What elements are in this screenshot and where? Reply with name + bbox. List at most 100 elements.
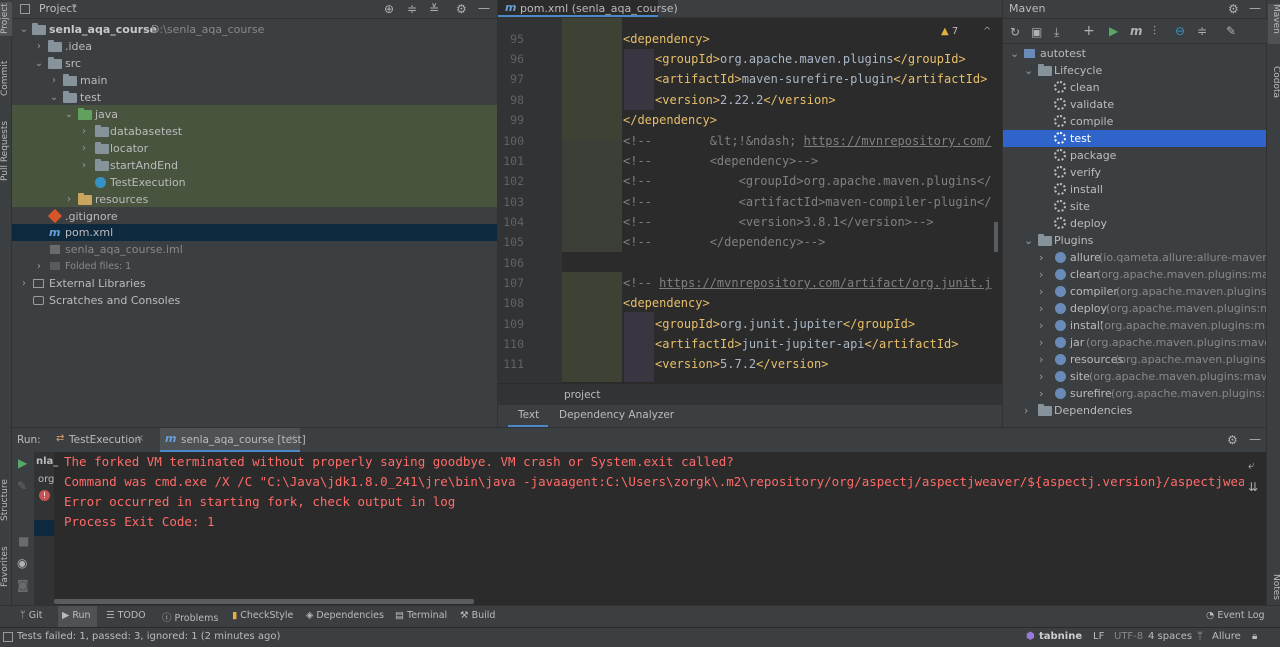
tree-item-root[interactable]: ⌄ senla_aqa_course D:\senla_aqa_course bbox=[12, 21, 497, 38]
execute-goal-icon[interactable]: m bbox=[1130, 24, 1143, 38]
gear-icon[interactable]: ⚙ bbox=[1228, 2, 1239, 16]
maven-goal-test[interactable]: test bbox=[1003, 130, 1266, 147]
close-icon[interactable]: × bbox=[136, 433, 144, 444]
chevron-down-icon[interactable]: ▾ bbox=[72, 2, 77, 12]
code-line[interactable]: <!-- </dependency>--> bbox=[623, 232, 825, 252]
stripe-tab-notes[interactable]: Notes bbox=[1268, 574, 1280, 602]
run-tab-testexecution[interactable]: ⇄ TestExecution × bbox=[52, 428, 152, 452]
stripe-tab-favorites[interactable]: Favorites bbox=[0, 545, 12, 589]
maven-plugin-resources[interactable]: ›resources(org.apache.maven.plugins:mave… bbox=[1003, 351, 1266, 368]
wrench-icon[interactable]: ✎ bbox=[17, 479, 27, 493]
maven-goal-deploy[interactable]: deploy bbox=[1003, 215, 1266, 232]
tool-run[interactable]: ▶ Run bbox=[58, 606, 97, 628]
maven-plugin-compiler[interactable]: ›compiler(org.apache.maven.plugins:maven… bbox=[1003, 283, 1266, 300]
stripe-tab-project[interactable]: Project bbox=[0, 2, 12, 36]
editor-tab-pom[interactable]: m pom.xml (senla_aqa_course) bbox=[498, 0, 678, 17]
expand-all-icon[interactable]: ≑ bbox=[407, 2, 417, 16]
code-line[interactable]: <version>5.7.2</version> bbox=[655, 354, 828, 374]
maven-project-autotest[interactable]: ⌄ autotest bbox=[1003, 45, 1266, 62]
layout-toggle-icon[interactable] bbox=[3, 632, 13, 642]
maven-plugin-deploy[interactable]: ›deploy(org.apache.maven.plugins:maven-d… bbox=[1003, 300, 1266, 317]
minimize-icon[interactable]: — bbox=[478, 1, 490, 15]
allure-widget[interactable]: Allure bbox=[1212, 631, 1241, 642]
file-encoding[interactable]: UTF-8 bbox=[1114, 631, 1143, 642]
tree-item-gitignore[interactable]: .gitignore bbox=[12, 208, 497, 225]
maven-plugins[interactable]: ⌄ Plugins bbox=[1003, 232, 1266, 249]
toggle-offline-icon[interactable]: ⫶ bbox=[1153, 24, 1156, 38]
tool-problems[interactable]: ⓘ Problems bbox=[162, 610, 218, 624]
close-icon[interactable]: × bbox=[288, 433, 296, 444]
tabnine-widget[interactable]: tabnine bbox=[1039, 631, 1082, 642]
run-tree-root[interactable]: nla_ bbox=[36, 456, 58, 467]
tool-dependencies[interactable]: ◈ Dependencies bbox=[306, 610, 384, 621]
rerun-icon[interactable]: ▶ bbox=[18, 456, 27, 470]
tool-event-log[interactable]: ◔ Event Log bbox=[1206, 610, 1265, 621]
stripe-tab-maven[interactable]: Maven bbox=[1268, 4, 1280, 44]
collapse-all-icon[interactable]: ≚ bbox=[429, 2, 439, 16]
tree-item-idea[interactable]: › .idea bbox=[12, 38, 497, 55]
locate-icon[interactable]: ⊕ bbox=[384, 2, 394, 16]
collapse-icon[interactable]: ≑ bbox=[1197, 24, 1207, 38]
code-line[interactable]: <!-- <artifactId>maven-compiler-plugin</ bbox=[623, 192, 991, 212]
breadcrumb-item[interactable]: project bbox=[564, 389, 600, 401]
maven-goal-install[interactable]: install bbox=[1003, 181, 1266, 198]
gear-icon[interactable]: ⚙ bbox=[456, 2, 467, 16]
code-line[interactable]: <version>2.22.2</version> bbox=[655, 90, 836, 110]
tree-item-databasetest[interactable]: › databasetest bbox=[12, 123, 497, 140]
reload-icon[interactable]: ↻ bbox=[1010, 25, 1020, 39]
stop-icon[interactable]: ■ bbox=[18, 534, 29, 548]
wrench-icon[interactable]: ✎ bbox=[1226, 24, 1236, 38]
generate-sources-icon[interactable]: ▣ bbox=[1031, 25, 1042, 39]
scroll-to-end-icon[interactable]: ⇊ bbox=[1248, 480, 1258, 494]
project-panel-title[interactable]: Project bbox=[39, 2, 77, 15]
maven-plugin-surefire[interactable]: ›surefire(org.apache.maven.plugins:maven… bbox=[1003, 385, 1266, 402]
maven-goal-verify[interactable]: verify bbox=[1003, 164, 1266, 181]
code-line[interactable]: <!-- <groupId>org.apache.maven.plugins</ bbox=[623, 171, 991, 191]
run-tree-selected[interactable] bbox=[34, 520, 54, 536]
soft-wrap-icon[interactable]: ⤶ bbox=[1248, 458, 1255, 472]
code-line[interactable]: <!-- &lt;!&ndash; https://mvnrepository.… bbox=[623, 131, 991, 151]
code-line[interactable]: </dependency> bbox=[623, 110, 717, 130]
gear-icon[interactable]: ⚙ bbox=[1227, 433, 1238, 447]
tree-item-testexecution[interactable]: TestExecution bbox=[12, 174, 497, 191]
camera-icon[interactable]: ◙ bbox=[17, 578, 29, 592]
tree-item-iml[interactable]: senla_aqa_course.iml bbox=[12, 241, 497, 258]
maven-plugin-clean[interactable]: ›clean(org.apache.maven.plugins:maven-cl… bbox=[1003, 266, 1266, 283]
tree-item-pom-xml[interactable]: m pom.xml bbox=[12, 224, 497, 241]
code-line[interactable]: <artifactId>maven-surefire-plugin</artif… bbox=[655, 69, 987, 89]
line-separator[interactable]: LF bbox=[1093, 631, 1104, 642]
tree-item-locator[interactable]: › locator bbox=[12, 140, 497, 157]
chevron-up-icon[interactable]: ^ bbox=[983, 26, 991, 37]
code-line[interactable]: <!-- https://mvnrepository.com/artifact/… bbox=[623, 273, 991, 293]
maven-goal-site[interactable]: site bbox=[1003, 198, 1266, 215]
stripe-tab-commit[interactable]: Commit bbox=[0, 60, 12, 96]
editor-scrollbar[interactable] bbox=[994, 222, 998, 252]
maven-lifecycle[interactable]: ⌄ Lifecycle bbox=[1003, 62, 1266, 79]
tool-build[interactable]: ⚒ Build bbox=[460, 610, 495, 621]
code-line[interactable]: <!-- <version>3.8.1</version>--> bbox=[623, 212, 934, 232]
horizontal-scrollbar[interactable] bbox=[54, 599, 474, 604]
minimize-icon[interactable]: — bbox=[1249, 432, 1261, 446]
status-message[interactable]: Tests failed: 1, passed: 3, ignored: 1 (… bbox=[17, 631, 280, 642]
tab-text[interactable]: Text bbox=[508, 405, 548, 427]
run-icon[interactable]: ▶ bbox=[1109, 24, 1118, 38]
tree-item-scratches[interactable]: Scratches and Consoles bbox=[12, 292, 497, 309]
eye-icon[interactable]: ◉ bbox=[17, 556, 27, 570]
stripe-tab-pull-requests[interactable]: Pull Requests bbox=[0, 121, 12, 181]
tool-terminal[interactable]: ▤ Terminal bbox=[395, 610, 447, 621]
lock-icon[interactable]: 🔒︎ bbox=[1252, 631, 1257, 642]
maven-goal-package[interactable]: package bbox=[1003, 147, 1266, 164]
code-line[interactable]: <groupId>org.junit.jupiter</groupId> bbox=[655, 314, 915, 334]
tool-checkstyle[interactable]: ▮ CheckStyle bbox=[232, 610, 293, 621]
tree-item-resources[interactable]: › resources bbox=[12, 191, 497, 208]
stripe-tab-codota[interactable]: Codota bbox=[1268, 66, 1280, 106]
tree-item-external-libraries[interactable]: › External Libraries bbox=[12, 275, 497, 292]
tree-item-src[interactable]: ⌄ src bbox=[12, 55, 497, 72]
tool-git[interactable]: ᛘ Git bbox=[20, 610, 42, 621]
tool-todo[interactable]: ☰ TODO bbox=[106, 610, 146, 621]
indent-setting[interactable]: 4 spaces bbox=[1148, 631, 1192, 642]
skip-tests-icon[interactable]: ⊖ bbox=[1175, 24, 1185, 38]
code-line[interactable]: <groupId>org.apache.maven.plugins</group… bbox=[655, 49, 966, 69]
tree-item-test[interactable]: ⌄ test bbox=[12, 89, 497, 106]
maven-plugin-allure[interactable]: ›allure(io.qameta.allure:allure-maven:2.… bbox=[1003, 249, 1266, 266]
